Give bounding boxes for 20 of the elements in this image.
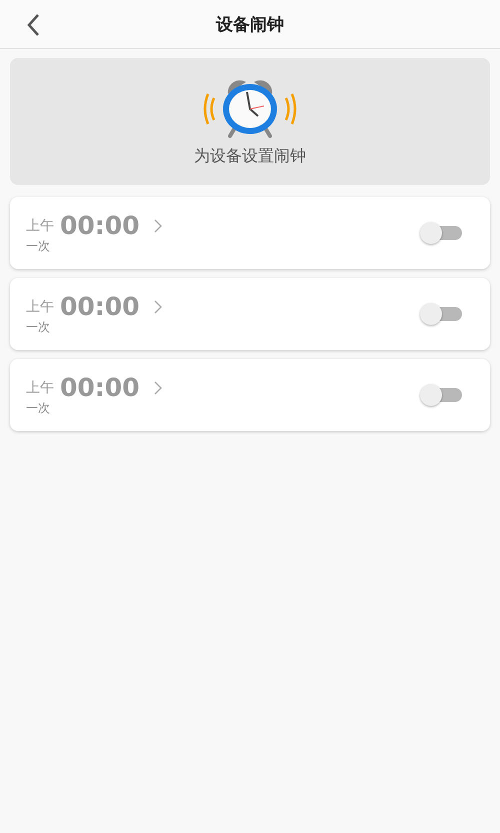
alarm-toggle[interactable] [420,303,462,325]
chevron-right-icon [154,380,162,394]
alarm-time: 00:00 [60,373,140,402]
alarm-card[interactable]: 上午 00:00 一次 [10,197,490,269]
banner-caption: 为设备设置闹钟 [194,146,306,167]
alarm-time: 00:00 [60,292,140,321]
alarm-toggle[interactable] [420,222,462,244]
alarm-time: 00:00 [60,211,140,240]
alarm-card[interactable]: 上午 00:00 一次 [10,278,490,350]
alarm-repeat: 一次 [26,238,51,255]
alarm-card[interactable]: 上午 00:00 一次 [10,359,490,431]
alarm-period: 上午 [26,216,54,234]
chevron-right-icon [154,218,162,232]
alarm-repeat: 一次 [26,319,51,336]
alarm-period: 上午 [26,298,54,316]
chevron-right-icon [154,300,162,314]
alarm-toggle[interactable] [420,384,462,406]
page-title: 设备闹钟 [216,14,284,36]
alarm-period: 上午 [26,378,54,396]
alarm-repeat: 一次 [26,400,51,417]
